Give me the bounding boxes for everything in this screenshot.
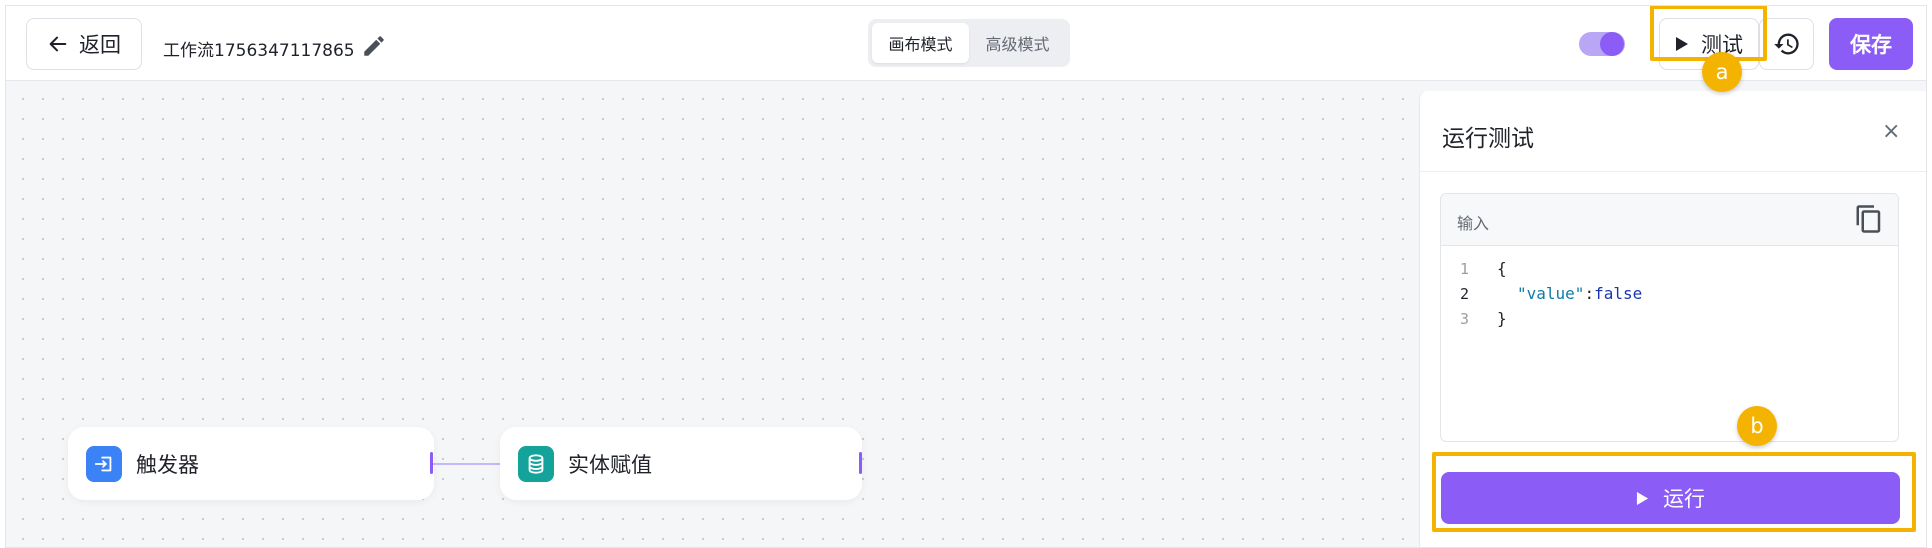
input-header: 输入 <box>1441 194 1898 246</box>
code-line: 3 } <box>1441 306 1898 331</box>
history-icon <box>1773 33 1799 55</box>
arrow-left-icon <box>49 36 67 52</box>
copy-icon[interactable] <box>1854 204 1884 234</box>
highlight-test-button <box>1650 6 1767 61</box>
back-button[interactable]: 返回 <box>26 18 142 70</box>
panel-divider <box>1420 171 1926 172</box>
json-value: false <box>1594 284 1643 303</box>
code-line: 1 { <box>1441 256 1898 281</box>
annotation-badge-a: a <box>1702 52 1742 92</box>
edit-pencil-icon[interactable] <box>361 33 387 59</box>
mode-switch: 画布模式 高级模式 <box>868 19 1070 67</box>
panel-title: 运行测试 <box>1442 126 1534 152</box>
json-separator: : <box>1584 284 1595 303</box>
entity-node-label: 实体赋值 <box>568 452 652 477</box>
history-button[interactable] <box>1759 18 1814 70</box>
code-area[interactable]: 1 { 2 "value":false 3 } <box>1441 256 1898 331</box>
code-text: } <box>1497 309 1507 328</box>
line-number: 1 <box>1459 259 1469 278</box>
input-label: 输入 <box>1457 214 1490 233</box>
json-key: "value" <box>1517 284 1585 303</box>
code-line: 2 "value":false <box>1441 281 1898 306</box>
workflow-canvas[interactable]: 触发器 实体赋值 <box>6 81 1419 547</box>
entity-output-port[interactable] <box>859 452 862 474</box>
connection-edge <box>433 463 501 465</box>
enable-toggle[interactable] <box>1579 32 1625 56</box>
input-editor[interactable]: 输入 1 { 2 "value":false 3 } <box>1440 193 1899 442</box>
highlight-run-button <box>1432 452 1916 532</box>
trigger-icon <box>86 445 122 482</box>
save-button[interactable]: 保存 <box>1829 18 1913 70</box>
tab-canvas-mode[interactable]: 画布模式 <box>872 23 969 63</box>
database-icon <box>518 445 554 482</box>
back-label: 返回 <box>79 33 121 57</box>
code-text: "value":false <box>1497 284 1642 303</box>
line-number: 2 <box>1459 284 1469 303</box>
line-number: 3 <box>1459 309 1469 328</box>
trigger-node-label: 触发器 <box>136 452 199 477</box>
close-icon[interactable]: × <box>1882 119 1900 144</box>
annotation-badge-b: b <box>1737 406 1777 446</box>
tab-advanced-mode[interactable]: 高级模式 <box>969 23 1066 63</box>
workflow-title: 工作流1756347117865 <box>163 41 355 61</box>
app-frame: 返回 工作流1756347117865 画布模式 高级模式 测试 保存 触发器 <box>5 5 1927 548</box>
top-bar: 返回 工作流1756347117865 画布模式 高级模式 测试 保存 <box>6 6 1926 81</box>
code-text: { <box>1497 259 1507 278</box>
toggle-knob <box>1600 32 1624 56</box>
entity-assign-node[interactable]: 实体赋值 <box>500 427 862 500</box>
trigger-node[interactable]: 触发器 <box>68 427 434 500</box>
